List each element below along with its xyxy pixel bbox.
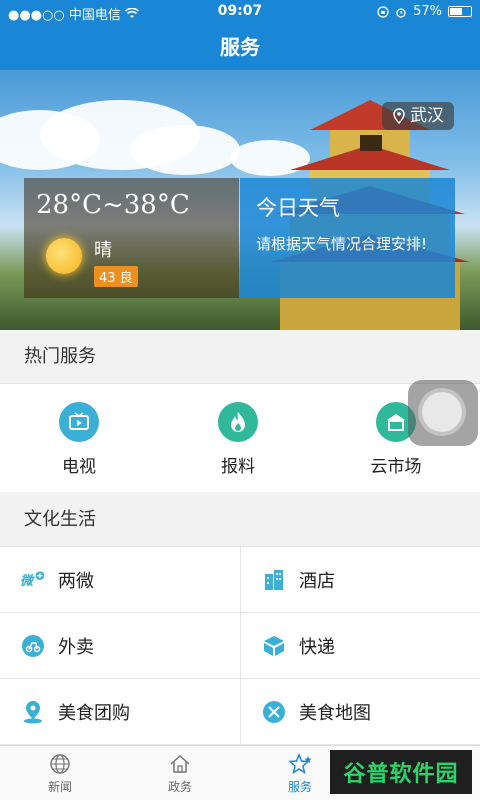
grid-item-label: 外卖 (58, 636, 94, 658)
weather-summary: 28°C~38°C 晴 43 良 (24, 178, 239, 298)
tv-icon (59, 402, 99, 442)
culture-life-grid: 微 两微 酒店 外卖 快递 美食团购 美食地图 (0, 547, 480, 745)
weather-banner[interactable]: 武汉 28°C~38°C 晴 43 良 今日天气 请根据天气情况合理安排! (0, 70, 480, 330)
sunny-icon (46, 238, 82, 274)
grid-item-takeout[interactable]: 外卖 (0, 613, 240, 679)
grid-item-label: 两微 (58, 570, 94, 592)
grid-item-label: 快递 (299, 636, 335, 658)
grid-item-label: 美食地图 (299, 702, 371, 724)
battery-percent: 57% (413, 4, 442, 19)
assistive-touch-button[interactable] (408, 380, 478, 446)
page-title: 服务 (0, 24, 480, 70)
location-label: 武汉 (410, 106, 444, 126)
alarm-icon (396, 7, 406, 18)
culture-life-title: 文化生活 (0, 493, 480, 547)
parcel-icon (261, 633, 287, 659)
service-label: 电视 (62, 457, 96, 477)
cloud-decoration (130, 125, 240, 175)
aqi-badge: 43 良 (94, 266, 138, 287)
status-right: 57% (377, 4, 472, 19)
weather-tip-text: 请根据天气情况合理安排! (256, 235, 428, 253)
tab-government[interactable]: 政务 (120, 752, 240, 795)
service-label: 报料 (221, 457, 255, 477)
grid-item-hotel[interactable]: 酒店 (240, 547, 480, 613)
food-map-icon (261, 699, 287, 725)
weather-tip: 今日天气 请根据天气情况合理安排! (240, 178, 455, 298)
grid-item-group-buy[interactable]: 美食团购 (0, 679, 240, 745)
location-pin-icon (20, 699, 46, 725)
globe-icon (0, 752, 120, 776)
hotel-icon (261, 567, 287, 593)
grid-item-two-micro[interactable]: 微 两微 (0, 547, 240, 613)
watermark-text: 谷普软件园 (343, 762, 459, 787)
grid-item-express[interactable]: 快递 (240, 613, 480, 679)
delivery-icon (20, 633, 46, 659)
tab-label: 新闻 (47, 780, 72, 794)
location-pin-icon (393, 108, 405, 124)
temperature-range: 28°C~38°C (36, 190, 190, 220)
location-button[interactable]: 武汉 (382, 102, 454, 130)
service-label: 云市场 (370, 457, 422, 477)
grid-item-label: 美食团购 (58, 702, 130, 724)
service-report[interactable]: 报料 (183, 402, 293, 477)
rotation-lock-icon (377, 5, 389, 18)
weather-condition: 晴 (94, 240, 112, 261)
home-icon (120, 752, 240, 776)
service-tv[interactable]: 电视 (24, 402, 134, 477)
tab-news[interactable]: 新闻 (0, 752, 120, 795)
weather-tip-title: 今日天气 (256, 196, 340, 220)
svg-text:微: 微 (20, 573, 35, 589)
hot-services-title: 热门服务 (0, 330, 480, 384)
battery-icon (448, 6, 472, 17)
status-bar: ●●●○○ 中国电信 09:07 57% (0, 0, 480, 24)
weibo-weixin-icon: 微 (20, 567, 46, 593)
flame-icon (218, 402, 258, 442)
tab-label: 政务 (167, 780, 192, 794)
grid-item-food-map[interactable]: 美食地图 (240, 679, 480, 745)
watermark-logo: 谷普软件园 (330, 750, 472, 794)
grid-item-label: 酒店 (299, 570, 335, 592)
